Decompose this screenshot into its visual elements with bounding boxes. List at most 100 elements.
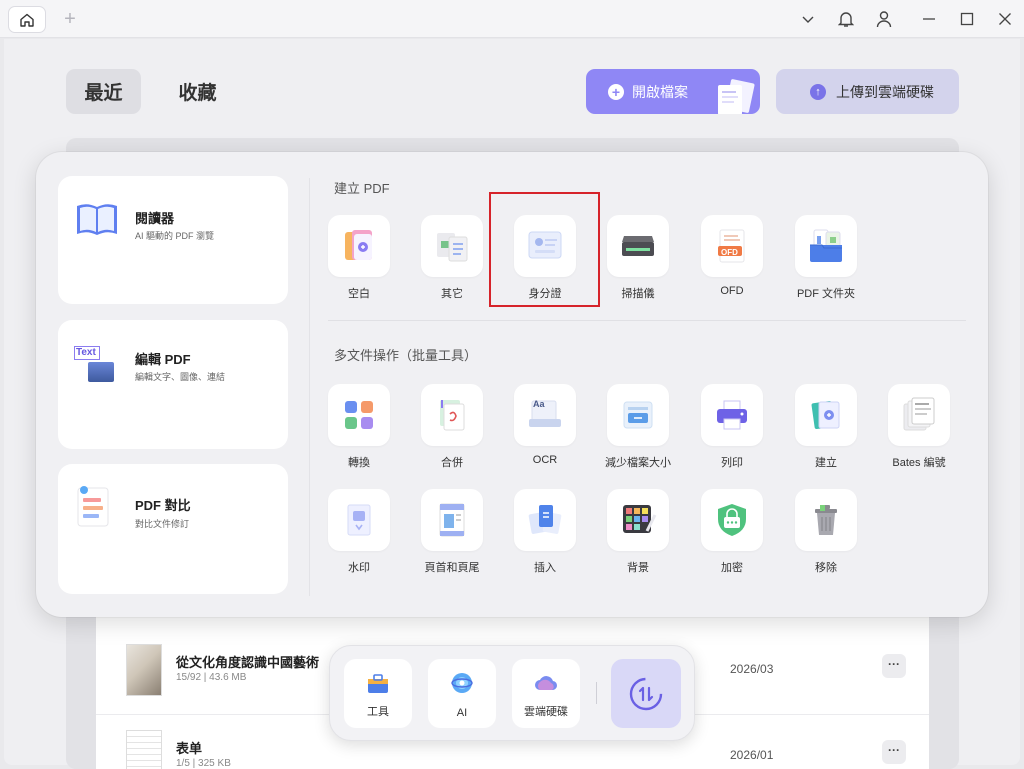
blank-page-icon (345, 230, 372, 260)
watermark-icon (347, 504, 371, 536)
print-label: 列印 (721, 457, 743, 469)
plus-circle-icon: + (608, 83, 624, 100)
convert-label: 轉換 (348, 457, 370, 469)
other-formats-icon (437, 233, 468, 262)
header-footer-tool[interactable]: 頁首和頁尾 (407, 489, 497, 575)
insert-tool[interactable]: 插入 (500, 489, 590, 575)
scanner-label: 掃描儀 (621, 288, 655, 300)
encrypt-tool[interactable]: 加密 (687, 489, 777, 575)
file-thumbnail (126, 730, 162, 769)
bates-number-icon (903, 397, 935, 431)
merge-tool[interactable]: 合併 (407, 384, 497, 470)
file-name: 表单 (176, 741, 203, 756)
file-date: 2026/03 (730, 662, 774, 676)
file-meta: 15/92 | 43.6 MB (176, 672, 247, 683)
maximize-icon[interactable] (957, 9, 977, 29)
remove-label: 移除 (815, 562, 837, 574)
edit-pdf-title: 編輯 PDF (135, 352, 191, 367)
upload-icon: ↑ (810, 83, 826, 100)
compare-pdf-card[interactable]: PDF 對比 對比文件修訂 (58, 464, 288, 594)
documents-icon (718, 79, 755, 114)
tab-recent[interactable]: 最近 (66, 69, 141, 114)
ocr-tool[interactable]: Aa OCR (500, 384, 590, 466)
close-icon[interactable] (995, 9, 1015, 29)
dock-cloud-button[interactable]: 雲端硬碟 (512, 659, 580, 728)
reader-card[interactable]: 閱讀器 AI 驅動的 PDF 瀏覽 (58, 176, 288, 304)
bates-label: Bates 編號 (892, 457, 946, 469)
dock-ai-button[interactable]: AI (428, 659, 496, 728)
ofd-icon (718, 229, 745, 263)
upload-cloud-label: 上傳到雲端硬碟 (836, 83, 934, 100)
printer-icon (717, 400, 747, 430)
file-meta: 1/5 | 325 KB (176, 758, 231, 769)
minimize-icon[interactable] (919, 9, 939, 29)
ocr-label: OCR (532, 454, 558, 466)
blank-tool[interactable]: 空白 (314, 215, 404, 301)
merge-label: 合併 (441, 457, 463, 469)
background-label: 背景 (627, 562, 649, 574)
palette-icon (623, 505, 657, 533)
reader-subtitle: AI 驅動的 PDF 瀏覽 (135, 231, 215, 241)
file-date: 2026/01 (730, 748, 774, 762)
compare-subtitle: 對比文件修訂 (135, 519, 190, 529)
batch-tools-title: 多文件操作（批量工具） (334, 348, 478, 363)
create-tool[interactable]: 建立 (781, 384, 871, 470)
tools-panel: 閱讀器 AI 驅動的 PDF 瀏覽 Text 編輯 PDF 編輯文字、圖像、連結… (36, 152, 988, 617)
panel-divider (309, 178, 310, 596)
title-bar: + (0, 0, 1024, 38)
bell-icon[interactable] (836, 9, 856, 29)
bottom-dock: 工具 AI 雲端硬碟 (329, 645, 695, 741)
ofd-icon-text: OFD (721, 248, 738, 257)
lock-shield-icon (718, 504, 746, 536)
compress-label: 減少檔案大小 (605, 457, 671, 469)
home-tab[interactable] (8, 6, 46, 33)
compress-tool[interactable]: 減少檔案大小 (593, 384, 683, 470)
home-icon (20, 13, 34, 27)
dock-divider (596, 682, 597, 704)
watermark-label: 水印 (348, 562, 370, 574)
user-icon[interactable] (874, 9, 894, 29)
dock-convert-button[interactable] (611, 659, 681, 728)
background-tool[interactable]: 背景 (593, 489, 683, 575)
more-options-button[interactable]: ··· (882, 654, 906, 678)
ofd-tool[interactable]: OFD OFD (687, 215, 777, 297)
file-thumbnail (126, 644, 162, 696)
ocr-icon-text: Aa (533, 399, 545, 409)
id-card-highlight (489, 192, 600, 307)
dock-cloud-label: 雲端硬碟 (524, 706, 568, 718)
dock-ai-label: AI (456, 707, 468, 719)
more-options-button[interactable]: ··· (882, 740, 906, 764)
create-label: 建立 (815, 457, 837, 469)
bates-tool[interactable]: Bates 編號 (874, 384, 964, 470)
edit-pdf-card[interactable]: Text 編輯 PDF 編輯文字、圖像、連結 (58, 320, 288, 449)
ai-icon (451, 673, 473, 693)
sync-icon (629, 677, 663, 710)
compare-icon (77, 486, 109, 527)
dock-tools-button[interactable]: 工具 (344, 659, 412, 728)
open-file-button[interactable]: + 開啟檔案 (586, 69, 760, 114)
header-footer-icon (439, 503, 465, 537)
open-file-label: 開啟檔案 (632, 83, 688, 100)
convert-icon (345, 401, 373, 429)
other-tool[interactable]: 其它 (407, 215, 497, 301)
cloud-icon (535, 676, 558, 691)
watermark-tool[interactable]: 水印 (314, 489, 404, 575)
create-pdf-title: 建立 PDF (334, 181, 390, 196)
header-footer-label: 頁首和頁尾 (424, 562, 480, 574)
folder-icon (810, 229, 842, 262)
edit-text-icon: Text (74, 346, 116, 384)
upload-cloud-button[interactable]: ↑ 上傳到雲端硬碟 (776, 69, 959, 114)
compare-title: PDF 對比 (135, 498, 191, 513)
pdf-folder-label: PDF 文件夾 (796, 288, 856, 300)
scanner-tool[interactable]: 掃描儀 (593, 215, 683, 301)
remove-tool[interactable]: 移除 (781, 489, 871, 575)
new-tab-button[interactable]: + (60, 9, 80, 29)
encrypt-label: 加密 (721, 562, 743, 574)
tab-favorites[interactable]: 收藏 (160, 69, 235, 114)
chevron-down-icon[interactable] (798, 9, 818, 29)
print-tool[interactable]: 列印 (687, 384, 777, 470)
compress-icon (623, 401, 653, 429)
book-icon (77, 204, 117, 235)
pdf-folder-tool[interactable]: PDF 文件夾 (781, 215, 871, 301)
convert-tool[interactable]: 轉換 (314, 384, 404, 470)
